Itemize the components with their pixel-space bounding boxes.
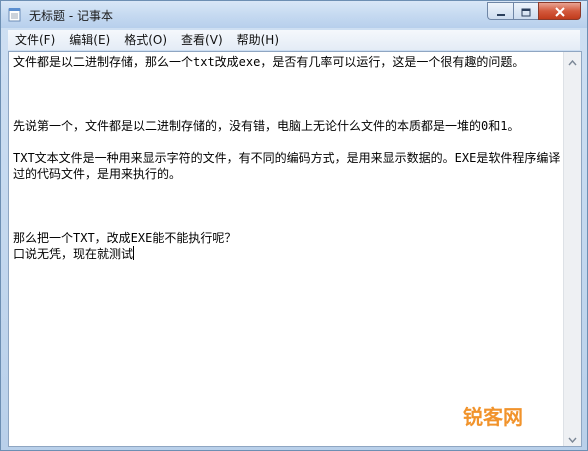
minimize-button[interactable] <box>487 2 513 20</box>
document-content: 文件都是以二进制存储，那么一个txt改成exe，是否有几率可以运行，这是一个很有… <box>13 55 561 261</box>
notepad-window: 无标题 - 记事本 文件(F) 编辑(E) 格式(O) 查看(V) 帮助(H) … <box>0 0 588 451</box>
maximize-button[interactable] <box>513 2 538 20</box>
window-title: 无标题 - 记事本 <box>29 9 113 23</box>
menu-help[interactable]: 帮助(H) <box>230 30 286 50</box>
chevron-up-icon <box>568 51 577 70</box>
maximize-icon <box>521 2 531 21</box>
text-caret <box>133 246 135 260</box>
close-icon <box>554 2 566 21</box>
close-button[interactable] <box>538 2 581 20</box>
menu-bar: 文件(F) 编辑(E) 格式(O) 查看(V) 帮助(H) <box>8 30 580 50</box>
caption-buttons <box>487 2 581 21</box>
minimize-icon <box>496 2 506 21</box>
menu-view[interactable]: 查看(V) <box>174 30 230 50</box>
document-text[interactable]: 文件都是以二进制存储，那么一个txt改成exe，是否有几率可以运行，这是一个很有… <box>13 54 561 444</box>
site-watermark: 锐客网 <box>463 405 523 429</box>
scroll-down-button[interactable] <box>564 429 581 446</box>
title-bar[interactable]: 无标题 - 记事本 <box>1 1 587 28</box>
chevron-down-icon <box>568 428 577 447</box>
menu-file[interactable]: 文件(F) <box>8 30 62 50</box>
vertical-scrollbar[interactable] <box>563 52 581 446</box>
scroll-up-button[interactable] <box>564 52 581 69</box>
notepad-icon <box>8 7 22 22</box>
menu-format[interactable]: 格式(O) <box>117 30 174 50</box>
text-editor[interactable]: 文件都是以二进制存储，那么一个txt改成exe，是否有几率可以运行，这是一个很有… <box>8 51 582 447</box>
menu-edit[interactable]: 编辑(E) <box>62 30 117 50</box>
